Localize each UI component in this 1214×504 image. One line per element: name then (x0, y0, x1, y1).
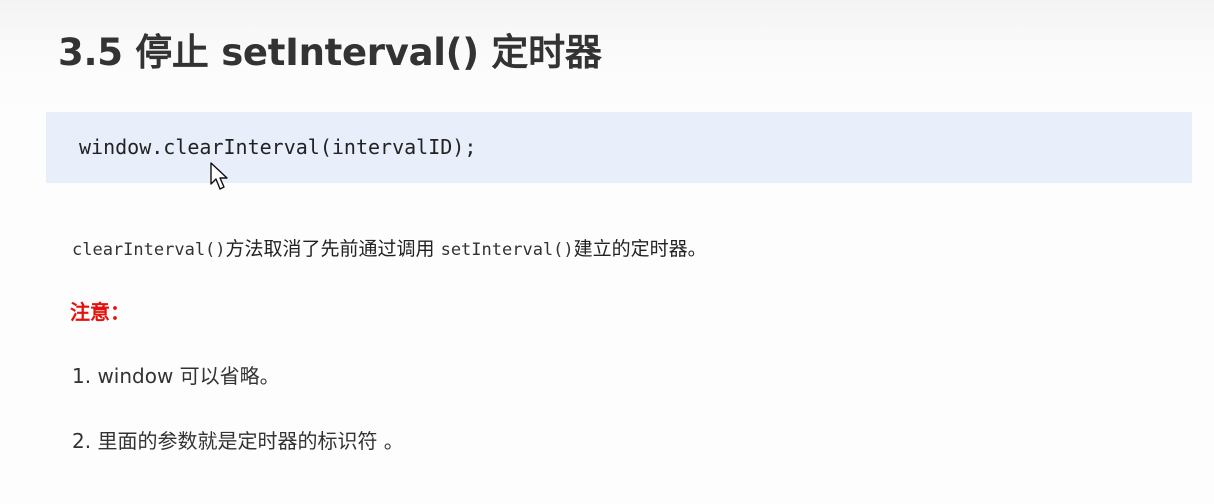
note-item: 1. window 可以省略。 (72, 364, 280, 388)
page-title: 3.5 停止 setInterval() 定时器 (58, 31, 602, 74)
mouse-pointer-icon (210, 162, 228, 190)
code-line: window.clearInterval(intervalID); (79, 135, 477, 159)
description-text-2: 建立的定时器。 (573, 238, 707, 260)
method-name-set: setInterval() (440, 240, 574, 260)
note-title: 注意： (70, 300, 130, 324)
description: clearInterval()方法取消了先前通过调用 setInterval()… (72, 234, 707, 261)
slide: 3.5 停止 setInterval() 定时器 window.clearInt… (0, 0, 1214, 504)
method-name-clear: clearInterval() (72, 240, 226, 260)
description-text-1: 方法取消了先前通过调用 (225, 238, 441, 260)
note-item: 2. 里面的参数就是定时器的标识符 。 (72, 429, 404, 453)
